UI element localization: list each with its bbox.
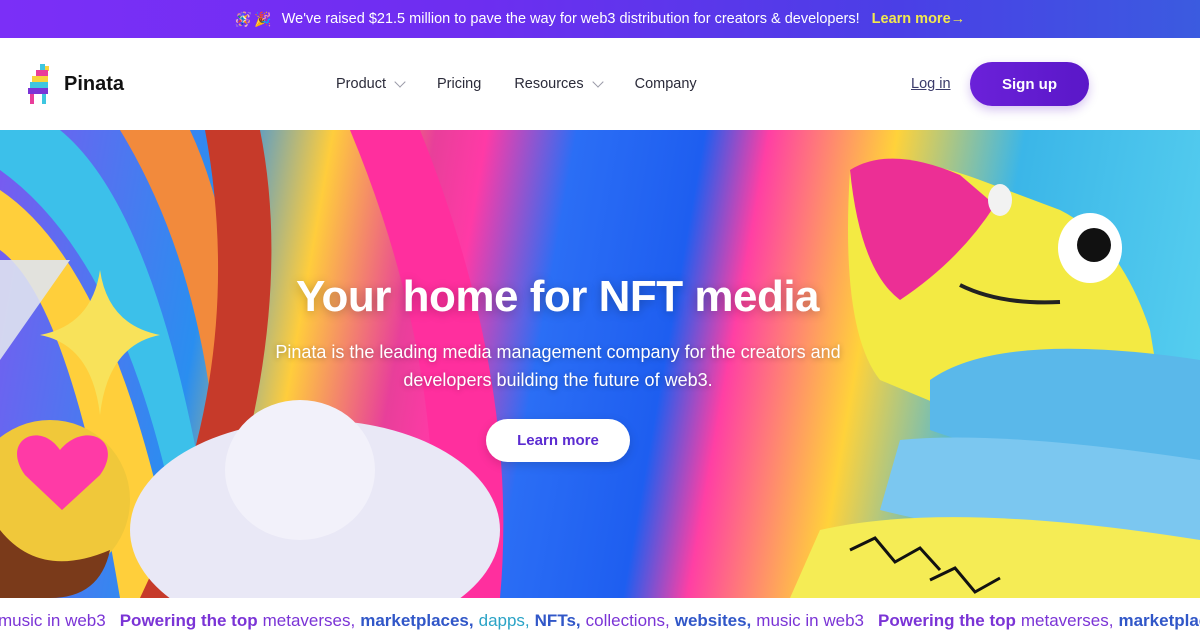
ticker-item: music in web3 xyxy=(0,610,106,630)
chevron-down-icon xyxy=(591,75,604,88)
ticker-track: music in web3 Powering the top metaverses,… xyxy=(0,611,1200,631)
nav-item-company[interactable]: Company xyxy=(635,76,697,92)
site-header: Pinata Product Pricing Resources Company… xyxy=(0,38,1200,130)
nav-item-label: Pricing xyxy=(436,76,482,92)
hero-title: Your home for NFT media xyxy=(295,272,820,321)
brand-name: Pinata xyxy=(64,72,125,95)
main-nav: Product Pricing Resources Company xyxy=(336,38,697,130)
hero-learn-more-button[interactable]: Learn more xyxy=(486,419,630,462)
ticker-item: metaverses, xyxy=(1020,610,1114,630)
brand-logo-link[interactable]: Pinata xyxy=(26,62,124,106)
ticker-item: metaverses, xyxy=(262,610,356,630)
ticker-item: collections, xyxy=(585,610,670,630)
ticker-item: marketplaces, xyxy=(1118,610,1200,630)
ticker-item: Powering the top xyxy=(878,610,1016,630)
ticker-item: dapps, xyxy=(478,610,530,630)
signup-button[interactable]: Sign up xyxy=(970,62,1089,106)
nav-item-label: Product xyxy=(336,76,386,92)
ticker-item: NFTs, xyxy=(534,610,581,630)
chevron-down-icon xyxy=(394,75,406,88)
pinata-party-icon: 🪅🎉 xyxy=(234,10,274,27)
ticker-item: Powering the top xyxy=(119,610,258,630)
announcement-bar: 🪅🎉 We've raised $21.5 million to pave th… xyxy=(0,0,1200,38)
pinata-logo-icon xyxy=(28,64,49,104)
nav-item-pricing[interactable]: Pricing xyxy=(437,76,481,92)
ticker-strip: music in web3 Powering the top metaverses,… xyxy=(0,598,1200,643)
nav-item-resources[interactable]: Resources xyxy=(514,75,604,92)
ticker-item: websites, xyxy=(674,610,752,630)
ticker-item: marketplaces, xyxy=(360,610,474,630)
nav-item-product[interactable]: Product xyxy=(336,75,406,92)
announcement-learn-more-link[interactable]: Learn more→ xyxy=(872,11,965,27)
login-link[interactable]: Log in xyxy=(911,76,951,92)
ticker-item: music in web3 xyxy=(756,610,864,630)
hero-section: Your home for NFT media Pinata is the le… xyxy=(0,130,1200,598)
announcement-text: We've raised $21.5 million to pave the w… xyxy=(281,11,860,27)
nav-item-label: Company xyxy=(634,76,697,92)
nav-item-label: Resources xyxy=(514,76,584,92)
hero-subtitle: Pinata is the leading media management c… xyxy=(275,342,841,390)
